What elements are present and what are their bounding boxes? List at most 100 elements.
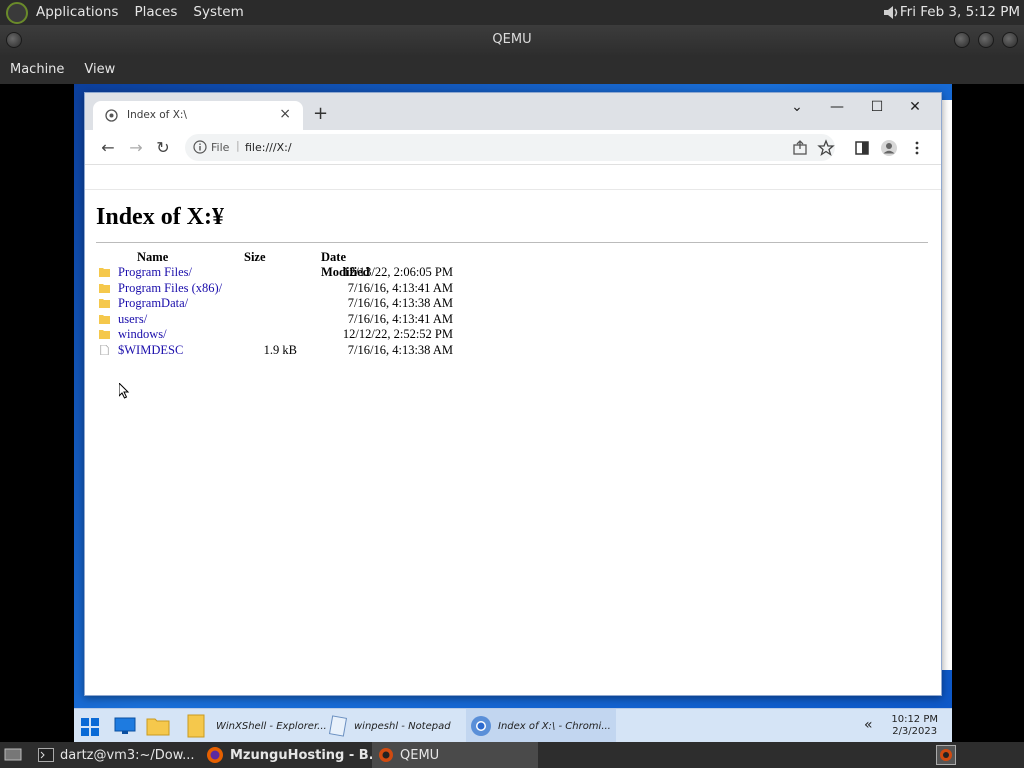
new-tab-button[interactable]: + xyxy=(313,103,328,124)
reload-button[interactable]: ↻ xyxy=(152,137,174,159)
tab-strip: Index of X:\ × + ⌄ — ☐ ✕ xyxy=(85,93,941,130)
list-item: Program Files (x86)/ 7/16/16, 4:13:41 AM xyxy=(97,281,497,296)
column-header-name[interactable]: Name xyxy=(137,250,168,265)
entry-link[interactable]: users/ xyxy=(118,312,147,327)
tab-title: Index of X:\ xyxy=(127,109,187,121)
qemu-menu-machine[interactable]: Machine xyxy=(0,62,74,77)
host-top-panel: Applications Places System Fri Feb 3, 5:… xyxy=(0,0,1024,25)
mouse-cursor-icon xyxy=(119,383,130,399)
taskbar-time: 10:12 PM xyxy=(891,714,938,725)
url-separator: | xyxy=(236,139,240,152)
terminal-icon xyxy=(38,748,54,762)
list-item: Program Files/ 12/13/22, 2:06:05 PM xyxy=(97,265,497,280)
entry-date: 7/16/16, 4:13:41 AM xyxy=(347,280,453,295)
host-task-label: QEMU xyxy=(400,747,440,763)
taskbar-clock[interactable]: 10:12 PM 2/3/2023 xyxy=(891,714,938,738)
notepad-icon xyxy=(328,715,348,737)
entry-date: 12/12/22, 2:52:52 PM xyxy=(342,327,453,341)
host-menu-applications[interactable]: Applications xyxy=(28,0,126,25)
workspace-switcher-icon[interactable] xyxy=(936,745,956,765)
info-icon[interactable] xyxy=(193,140,207,154)
entry-size: 1.9 kB xyxy=(263,342,297,357)
profile-avatar-icon[interactable] xyxy=(880,139,898,157)
entry-date: 12/13/22, 2:06:05 PM xyxy=(342,265,453,279)
qemu-menu-view[interactable]: View xyxy=(74,62,125,77)
firefox-icon xyxy=(207,747,223,763)
host-menu-system[interactable]: System xyxy=(185,0,251,25)
entry-link[interactable]: ProgramData/ xyxy=(118,296,188,311)
windows-start-icon[interactable] xyxy=(80,717,100,737)
tab-close-icon[interactable]: × xyxy=(279,106,291,122)
entry-date: 7/16/16, 4:13:41 AM xyxy=(347,311,453,326)
taskbar-item-winxshell[interactable]: WinXShell - Explorer... xyxy=(210,709,327,743)
distro-menu-icon[interactable] xyxy=(6,1,28,24)
entry-link[interactable]: $WIMDESC xyxy=(118,343,183,358)
guest-taskbar: WinXShell - Explorer... winpeshl - Notep… xyxy=(74,708,952,743)
list-item: $WIMDESC 1.9 kB 7/16/16, 4:13:38 AM xyxy=(97,343,497,358)
tray-chevron-icon[interactable]: « xyxy=(864,717,873,733)
host-bottom-panel: dartz@vm3:~/Dow... MzunguHosting - B... … xyxy=(0,742,1024,768)
qemu-icon xyxy=(379,748,393,762)
host-task-firefox[interactable]: MzunguHosting - B... xyxy=(206,742,384,768)
taskbar-item-label: Index of X:\ - Chromi... xyxy=(498,720,611,732)
winxshell-icon[interactable] xyxy=(186,713,206,739)
url-text[interactable]: file:///X:/ xyxy=(245,141,292,154)
browser-window: Index of X:\ × + ⌄ — ☐ ✕ ← → ↻ File | fi… xyxy=(84,92,942,696)
chromium-icon xyxy=(471,716,491,736)
volume-icon[interactable] xyxy=(882,4,900,21)
taskbar-item-label: WinXShell - Explorer... xyxy=(216,720,327,732)
desktop-icon[interactable] xyxy=(114,717,136,735)
folder-icon xyxy=(99,268,110,277)
folder-icon xyxy=(99,299,110,308)
host-task-label: MzunguHosting - B... xyxy=(230,747,384,763)
minimize-button[interactable]: — xyxy=(825,99,849,115)
taskbar-item-label: winpeshl - Notepad xyxy=(354,720,451,732)
list-item: users/ 7/16/16, 4:13:41 AM xyxy=(97,312,497,327)
host-task-label: dartz@vm3:~/Dow... xyxy=(60,747,195,763)
entry-date: 7/16/16, 4:13:38 AM xyxy=(347,296,453,310)
host-clock[interactable]: Fri Feb 3, 5:12 PM xyxy=(900,0,1020,25)
address-bar[interactable]: File | file:///X:/ xyxy=(185,134,835,161)
forward-button[interactable]: → xyxy=(125,137,147,159)
qemu-titlebar: QEMU xyxy=(0,25,1024,55)
folder-icon xyxy=(99,330,110,339)
host-task-terminal[interactable]: dartz@vm3:~/Dow... xyxy=(38,742,195,768)
file-icon xyxy=(100,344,109,355)
bookmark-star-icon[interactable] xyxy=(817,139,835,157)
window-menu-icon[interactable] xyxy=(6,32,22,48)
folder-icon xyxy=(99,314,110,324)
page-title: Index of X:¥ xyxy=(96,204,225,230)
entry-link[interactable]: windows/ xyxy=(118,327,167,342)
page-content: Index of X:¥ Name Size Date Modified Pro… xyxy=(85,189,941,695)
host-menu-places[interactable]: Places xyxy=(126,0,185,25)
entry-link[interactable]: Program Files (x86)/ xyxy=(118,281,222,296)
column-header-size[interactable]: Size xyxy=(244,250,266,265)
taskbar-item-chromium[interactable]: Index of X:\ - Chromi... xyxy=(466,709,616,743)
side-panel-icon[interactable] xyxy=(853,139,871,157)
maximize-button[interactable]: ☐ xyxy=(865,99,889,115)
browser-toolbar: ← → ↻ File | file:///X:/ xyxy=(85,130,941,165)
maximize-icon[interactable] xyxy=(978,32,994,48)
taskbar-date: 2/3/2023 xyxy=(892,726,938,737)
list-item: windows/ 12/12/22, 2:52:52 PM xyxy=(97,327,497,342)
taskbar-item-notepad[interactable]: winpeshl - Notepad xyxy=(328,709,451,743)
folder-icon xyxy=(99,283,110,293)
back-button[interactable]: ← xyxy=(97,137,119,159)
list-item: ProgramData/ 7/16/16, 4:13:38 AM xyxy=(97,296,497,311)
entry-date: 7/16/16, 4:13:38 AM xyxy=(347,342,453,357)
entry-link[interactable]: Program Files/ xyxy=(118,265,192,280)
minimize-icon[interactable] xyxy=(954,32,970,48)
url-scheme-label: File xyxy=(211,141,230,154)
host-task-qemu[interactable]: QEMU xyxy=(372,742,538,768)
show-desktop-icon[interactable] xyxy=(4,747,22,763)
tab-search-icon[interactable]: ⌄ xyxy=(785,99,809,115)
close-icon[interactable] xyxy=(1002,32,1018,48)
qemu-window-title: QEMU xyxy=(492,32,532,47)
share-icon[interactable] xyxy=(791,139,809,157)
tab-index-of-x[interactable]: Index of X:\ × xyxy=(93,101,303,130)
menu-kebab-icon[interactable] xyxy=(908,139,926,157)
globe-icon xyxy=(105,109,118,122)
file-explorer-icon[interactable] xyxy=(146,716,170,736)
close-button[interactable]: ✕ xyxy=(903,99,927,115)
qemu-menubar: Machine View xyxy=(0,55,1024,84)
